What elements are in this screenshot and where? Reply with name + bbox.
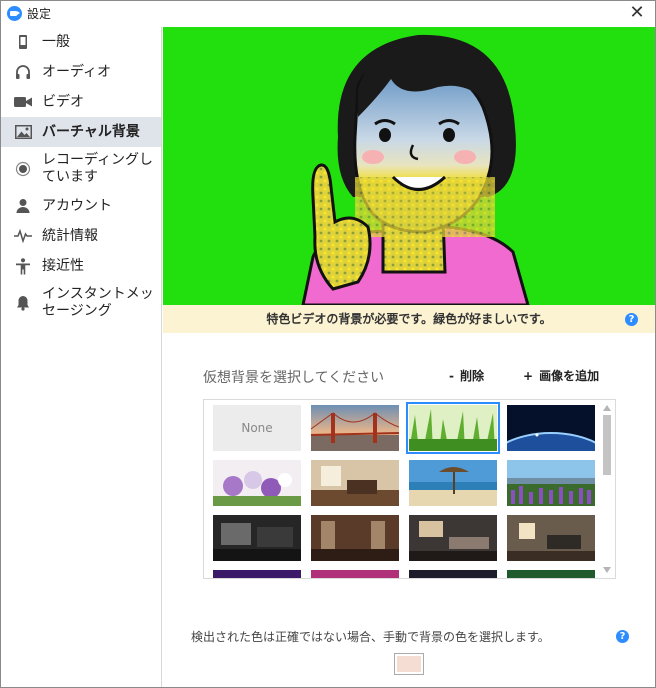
sidebar-item-general[interactable]: 一般 bbox=[1, 27, 161, 57]
record-icon bbox=[14, 160, 32, 178]
zoom-logo-icon bbox=[7, 6, 22, 21]
thumbnail-living-room[interactable] bbox=[409, 515, 497, 561]
pulse-icon bbox=[14, 227, 32, 245]
headphones-icon bbox=[14, 63, 32, 81]
scroll-thumb[interactable] bbox=[603, 415, 611, 475]
sidebar-item-label: アカウント bbox=[42, 197, 112, 214]
help-icon[interactable]: ? bbox=[625, 313, 638, 326]
thumbnail-pink-pattern[interactable] bbox=[311, 570, 399, 578]
close-button[interactable]: ✕ bbox=[625, 2, 649, 26]
sidebar-item-label: オーディオ bbox=[42, 63, 112, 80]
sidebar-item-label: 接近性 bbox=[42, 257, 84, 274]
image-icon bbox=[14, 123, 32, 141]
preview-illustration bbox=[301, 34, 530, 305]
sidebar-item-label: 一般 bbox=[42, 33, 70, 50]
sidebar-item-label: ビデオ bbox=[42, 93, 84, 110]
delete-label: 削除 bbox=[459, 369, 484, 383]
add-image-button[interactable]: + 画像を追加 bbox=[523, 367, 599, 384]
thumbnail-earth-from-space[interactable] bbox=[507, 405, 595, 451]
chroma-color-picker[interactable] bbox=[394, 653, 424, 675]
sidebar-item-label: レコーディングしています bbox=[42, 152, 154, 185]
person-icon bbox=[14, 197, 32, 215]
sidebar-item-account[interactable]: アカウント bbox=[1, 191, 161, 221]
minus-icon: - bbox=[449, 369, 454, 383]
thumbnail-beach[interactable] bbox=[409, 460, 497, 506]
chroma-color-fill bbox=[397, 656, 421, 672]
thumbnail-room-interior[interactable] bbox=[311, 460, 399, 506]
sidebar-item-instant-messaging[interactable]: インスタントメッセージング bbox=[1, 281, 161, 325]
sidebar-item-label: バーチャル背景 bbox=[42, 123, 140, 140]
thumbnail-grass[interactable] bbox=[406, 402, 500, 454]
sidebar-item-audio[interactable]: オーディオ bbox=[1, 57, 161, 87]
sidebar-item-label: 統計情報 bbox=[42, 227, 98, 244]
settings-window: 設定 ✕ 一般 オーディオ ビデオ バーチャル背景 レコーディングしています ア… bbox=[0, 0, 656, 688]
virtual-background-panel: 特色ビデオの背景が必要です。緑色が好ましいです。 ? 仮想背景を選択してください… bbox=[163, 27, 655, 687]
plus-icon: + bbox=[523, 369, 534, 383]
detected-color-text: 検出された色は正確ではない場合、手動で背景の色を選択します。 bbox=[191, 630, 550, 644]
thumbnail-golden-gate-bridge[interactable] bbox=[311, 405, 399, 451]
sidebar-item-label: インスタントメッセージング bbox=[42, 286, 154, 319]
gallery-scrollbar[interactable] bbox=[600, 401, 614, 577]
delete-button[interactable]: - 削除 bbox=[449, 367, 484, 384]
thumbnail-flowers[interactable] bbox=[213, 460, 301, 506]
thumbnail-lupine-field[interactable] bbox=[507, 460, 595, 506]
phone-icon bbox=[14, 33, 32, 51]
bell-icon bbox=[14, 294, 32, 312]
background-gallery: None bbox=[203, 399, 616, 579]
sidebar-item-accessibility[interactable]: 接近性 bbox=[1, 251, 161, 281]
notice-banner: 特色ビデオの背景が必要です。緑色が好ましいです。 bbox=[163, 305, 655, 333]
title-bar: 設定 ✕ bbox=[1, 1, 655, 27]
sidebar-item-video[interactable]: ビデオ bbox=[1, 87, 161, 117]
help-icon[interactable]: ? bbox=[616, 630, 629, 643]
window-title: 設定 bbox=[27, 7, 52, 21]
sidebar-item-statistics[interactable]: 統計情報 bbox=[1, 221, 161, 251]
thumbnail-dark-room[interactable] bbox=[213, 515, 301, 561]
thumbnail-none[interactable]: None bbox=[213, 405, 301, 451]
accessibility-icon bbox=[14, 257, 32, 275]
add-image-label: 画像を追加 bbox=[539, 369, 600, 383]
thumbnail-office-interior[interactable] bbox=[507, 515, 595, 561]
scroll-down-arrow-icon[interactable] bbox=[603, 567, 611, 573]
notice-text: 特色ビデオの背景が必要です。緑色が好ましいです。 bbox=[266, 312, 552, 326]
sidebar-item-recording[interactable]: レコーディングしています bbox=[1, 147, 161, 191]
scroll-up-arrow-icon[interactable] bbox=[603, 405, 611, 411]
sidebar-item-virtual-background[interactable]: バーチャル背景 bbox=[1, 117, 161, 147]
thumbnail-purple-pattern[interactable] bbox=[213, 570, 301, 578]
section-title: 仮想背景を選択してください bbox=[203, 370, 385, 386]
thumbnail-dark-pattern[interactable] bbox=[409, 570, 497, 578]
thumbnail-green-pattern[interactable] bbox=[507, 570, 595, 578]
thumbnail-lounge[interactable] bbox=[311, 515, 399, 561]
video-camera-icon bbox=[14, 93, 32, 111]
settings-sidebar: 一般 オーディオ ビデオ バーチャル背景 レコーディングしています アカウント … bbox=[1, 27, 162, 687]
video-preview bbox=[163, 27, 655, 305]
